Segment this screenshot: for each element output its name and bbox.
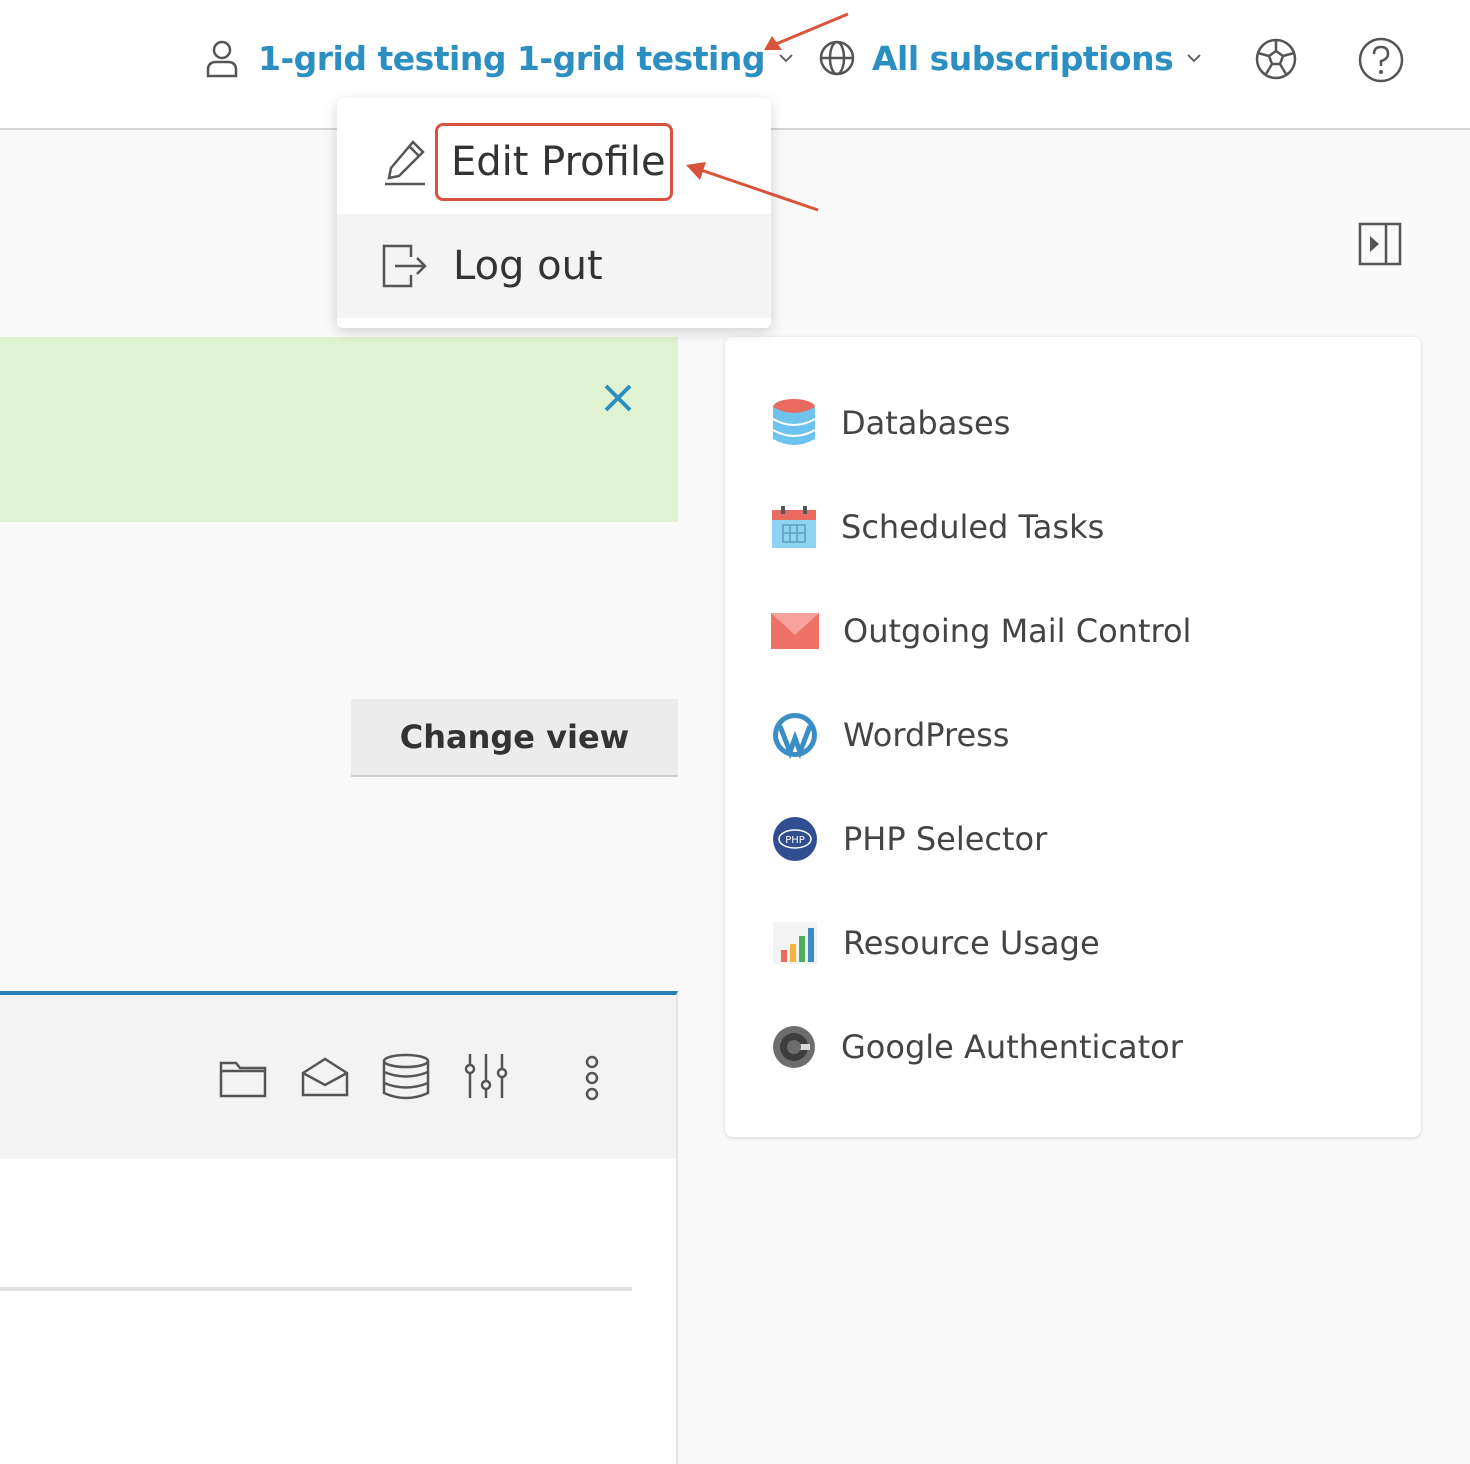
sidebar-item-wordpress[interactable]: WordPress (771, 705, 1009, 765)
sidebar-item-label: Databases (841, 404, 1011, 442)
soccer-ball-icon[interactable] (1253, 36, 1299, 82)
edit-profile-menu-item[interactable]: Edit Profile (337, 110, 771, 214)
edit-profile-label: Edit Profile (451, 139, 666, 185)
chevron-down-icon (779, 54, 793, 63)
sidebar-collapse-icon[interactable] (1358, 222, 1402, 266)
sidebar-item-php-selector[interactable]: PHP PHP Selector (771, 809, 1047, 869)
log-out-label: Log out (453, 243, 603, 289)
sidebar-item-label: Outgoing Mail Control (843, 612, 1192, 650)
sidebar-item-outgoing-mail-control[interactable]: Outgoing Mail Control (771, 601, 1191, 661)
user-menu-toggle[interactable]: 1-grid testing 1-grid testing (202, 36, 795, 80)
folder-icon[interactable] (218, 1057, 268, 1099)
user-icon (206, 40, 238, 78)
subscriptions-menu-toggle[interactable]: All subscriptions (818, 36, 1203, 80)
sliders-icon[interactable] (462, 1051, 510, 1101)
change-view-button[interactable]: Change view (351, 699, 678, 777)
domain-panel (0, 991, 678, 1464)
subscriptions-label[interactable]: All subscriptions (872, 39, 1174, 78)
sidebar-item-scheduled-tasks[interactable]: Scheduled Tasks (771, 497, 1104, 557)
sidebar-item-resource-usage[interactable]: Resource Usage (771, 913, 1100, 973)
success-notice (0, 337, 678, 522)
svg-text:PHP: PHP (785, 835, 805, 846)
databases-icon (772, 399, 816, 445)
sidebar-item-label: Google Authenticator (841, 1028, 1183, 1066)
sidebar-item-label: WordPress (843, 716, 1010, 754)
sidebar-item-databases[interactable]: Databases (771, 393, 1010, 453)
mail-icon[interactable] (299, 1055, 351, 1099)
mail-envelope-icon (771, 613, 819, 649)
user-name-label[interactable]: 1-grid testing 1-grid testing (258, 39, 765, 78)
log-out-menu-item[interactable]: Log out (337, 214, 771, 318)
quick-links-card: Databases Scheduled Tasks Outgoing Mail … (725, 337, 1421, 1137)
sidebar-item-label: Resource Usage (843, 924, 1100, 962)
wordpress-icon (773, 713, 817, 759)
chevron-down-icon (1187, 54, 1201, 63)
database-icon[interactable] (381, 1053, 431, 1101)
more-vertical-icon[interactable] (582, 1055, 602, 1101)
php-icon: PHP (773, 817, 817, 861)
divider (0, 1287, 632, 1291)
close-icon[interactable] (600, 380, 636, 416)
panel-toolbar (0, 995, 676, 1159)
pencil-icon (385, 140, 425, 186)
help-icon[interactable] (1357, 36, 1405, 84)
globe-icon (819, 40, 855, 76)
calendar-icon (772, 506, 816, 548)
user-dropdown-menu: Edit Profile Log out (337, 98, 771, 328)
logout-icon (382, 244, 427, 288)
bar-chart-icon (773, 922, 817, 964)
sidebar-item-label: Scheduled Tasks (841, 508, 1105, 546)
sidebar-item-google-authenticator[interactable]: Google Authenticator (771, 1017, 1183, 1077)
google-authenticator-icon (773, 1026, 815, 1068)
sidebar-item-label: PHP Selector (843, 820, 1048, 858)
